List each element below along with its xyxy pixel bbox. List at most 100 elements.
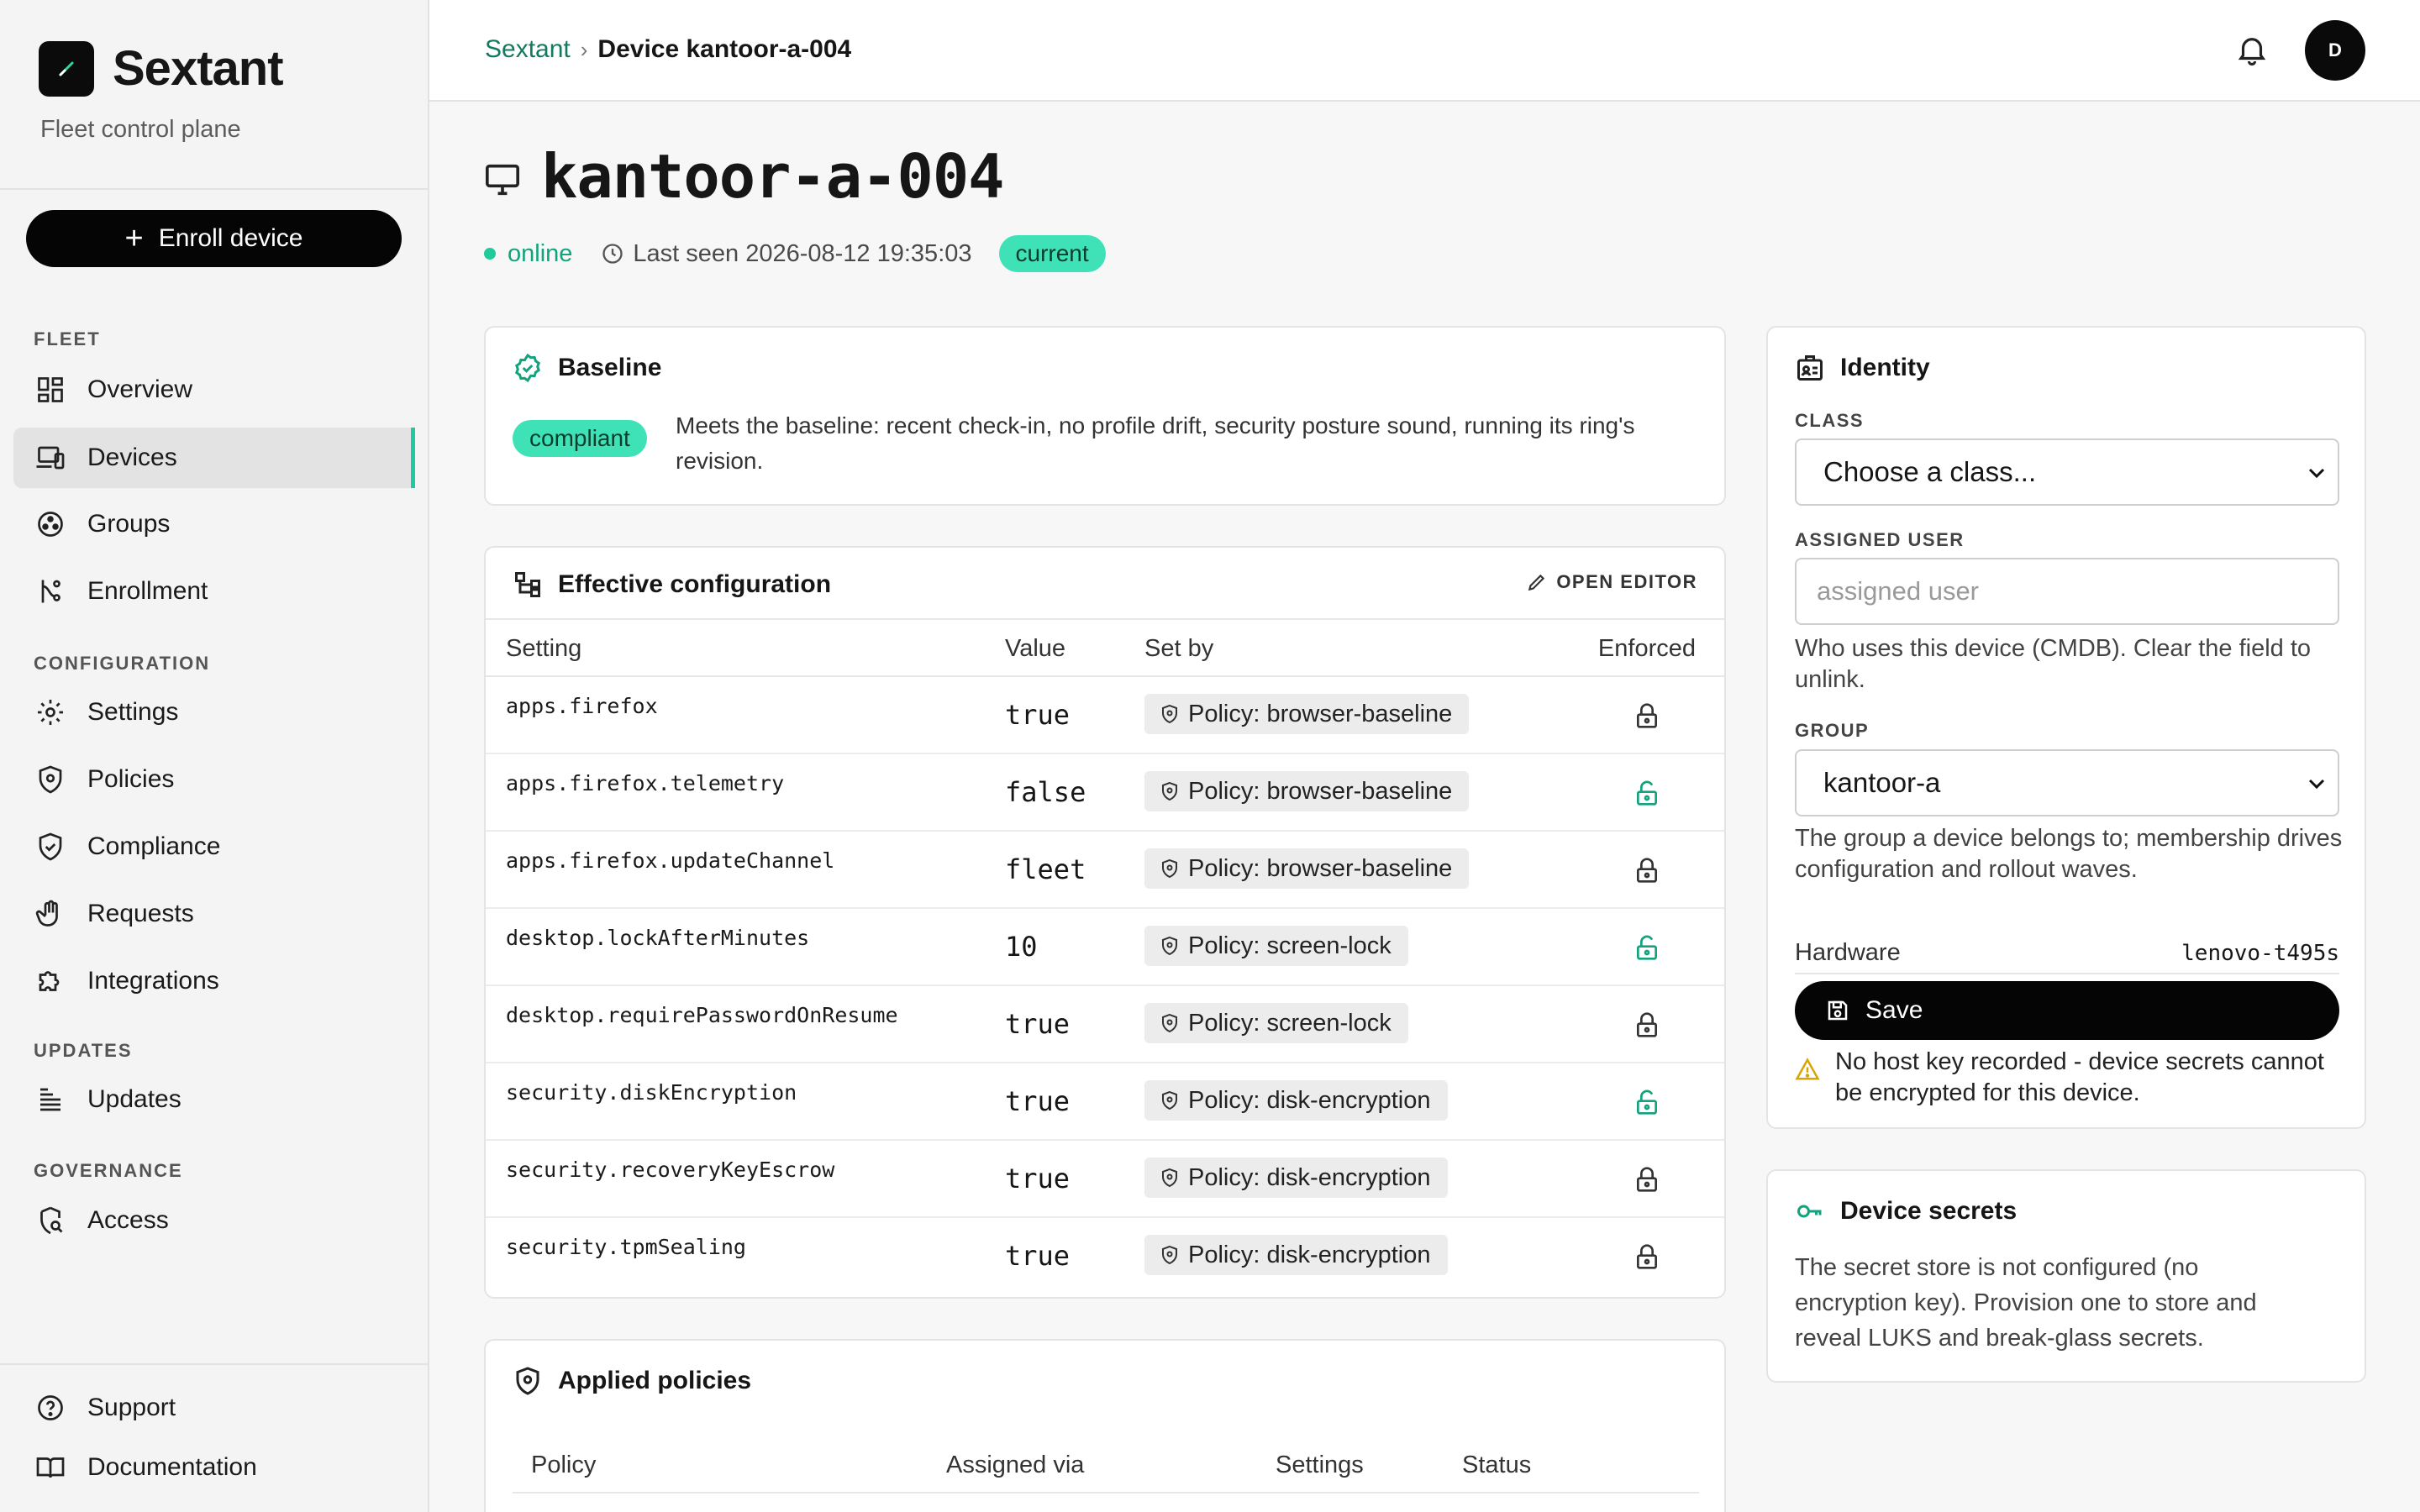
sidebar-item-label: Enrollment bbox=[87, 577, 208, 605]
group-label: GROUP bbox=[1795, 720, 1870, 741]
group-help: The group a device belongs to; membershi… bbox=[1795, 825, 2343, 883]
setting-key: security.tpmSealing bbox=[506, 1235, 746, 1259]
enroll-device-button[interactable]: + Enroll device bbox=[26, 210, 402, 267]
lock-icon bbox=[1637, 1244, 1657, 1269]
set-by-label: Policy: browser-baseline bbox=[1188, 700, 1453, 727]
shield-policy-icon bbox=[1162, 936, 1177, 956]
avatar[interactable]: D bbox=[2305, 20, 2365, 81]
assigned-user-input[interactable] bbox=[1795, 558, 2339, 625]
sidebar-item-requests[interactable]: Requests bbox=[13, 884, 415, 944]
set-by-label: Policy: screen-lock bbox=[1188, 1009, 1392, 1037]
sidebar-item-settings[interactable]: Settings bbox=[13, 682, 415, 743]
table-row: desktop.requirePasswordOnResume true Polic… bbox=[486, 986, 1724, 1063]
table-row: apps.firefox.updateChannel fleet Policy: b… bbox=[486, 832, 1724, 909]
shield-policy-icon bbox=[1162, 1168, 1177, 1188]
lock-enforced-icon bbox=[1637, 935, 1657, 960]
status-text: online bbox=[508, 239, 573, 267]
card-title: Device secrets bbox=[1795, 1196, 2017, 1226]
set-by-label: Policy: disk-encryption bbox=[1188, 1163, 1431, 1191]
save-button[interactable]: Save bbox=[1795, 981, 2339, 1040]
nav-section-fleet: FLEET bbox=[34, 328, 101, 349]
sidebar-item-support[interactable]: Support bbox=[13, 1378, 415, 1438]
sidebar-item-documentation[interactable]: Documentation bbox=[13, 1437, 415, 1498]
sidebar-item-policies[interactable]: Policies bbox=[13, 749, 415, 810]
breadcrumb-root-link[interactable]: Sextant bbox=[485, 35, 571, 64]
setting-key: apps.firefox.updateChannel bbox=[506, 848, 835, 873]
floppy-disk-icon bbox=[1828, 1000, 1848, 1021]
sidebar-item-groups[interactable]: Groups bbox=[13, 494, 415, 554]
card-title: Baseline bbox=[513, 353, 661, 383]
save-label: Save bbox=[1865, 996, 1923, 1024]
version-badge: current bbox=[998, 235, 1106, 272]
brand[interactable]: Sextant bbox=[39, 40, 284, 97]
column-header-assigned-via: Assigned via bbox=[946, 1452, 1085, 1478]
set-by-policy-chip[interactable]: Policy: browser-baseline bbox=[1144, 848, 1470, 889]
lock-enforced-icon bbox=[1637, 1089, 1657, 1115]
help-circle-icon bbox=[38, 1395, 63, 1420]
breadcrumb: Sextant › Device kantoor-a-004 bbox=[485, 35, 851, 64]
identity-title: Identity bbox=[1840, 354, 1930, 381]
sidebar-item-overview[interactable]: Overview bbox=[13, 360, 415, 420]
sidebar-item-updates[interactable]: Updates bbox=[13, 1069, 415, 1130]
table-row: desktop.lockAfterMinutes 10 Policy: screen… bbox=[486, 909, 1724, 986]
column-header-value: Value bbox=[1005, 635, 1066, 662]
devices-icon bbox=[36, 446, 65, 470]
sidebar-item-compliance[interactable]: Compliance bbox=[13, 816, 415, 877]
warning-triangle-icon bbox=[1795, 1058, 1820, 1080]
lock-icon bbox=[1637, 1012, 1657, 1037]
class-select-value: Choose a class... bbox=[1823, 456, 2037, 487]
set-by-policy-chip[interactable]: Policy: disk-encryption bbox=[1144, 1158, 1448, 1198]
device-secrets-card: Device secrets The secret store is not c… bbox=[1766, 1169, 2366, 1383]
sidebar-item-label: Integrations bbox=[87, 967, 219, 995]
sidebar-item-label: Access bbox=[87, 1206, 169, 1234]
open-editor-button[interactable]: OPEN EDITOR bbox=[1526, 571, 1697, 593]
sidebar-item-label: Compliance bbox=[87, 832, 221, 860]
set-by-policy-chip[interactable]: Policy: disk-encryption bbox=[1144, 1080, 1448, 1121]
warning-text: No host key recorded - device secrets ca… bbox=[1835, 1048, 2324, 1106]
sidebar-item-devices[interactable]: Devices bbox=[13, 428, 415, 488]
id-card-icon bbox=[1797, 355, 1823, 381]
assigned-user-label: ASSIGNED USER bbox=[1795, 529, 1965, 550]
shield-check-icon bbox=[39, 832, 62, 861]
device-meta: online Last seen 2026-08-12 19:35:03 cur… bbox=[484, 235, 1106, 272]
applied-policies-card: Applied policies Policy Assigned via Set… bbox=[484, 1339, 1726, 1512]
set-by-policy-chip[interactable]: Policy: browser-baseline bbox=[1144, 771, 1470, 811]
set-by-policy-chip[interactable]: Policy: screen-lock bbox=[1144, 926, 1408, 966]
sextant-logo-icon bbox=[39, 40, 94, 97]
set-by-policy-chip[interactable]: Policy: screen-lock bbox=[1144, 1003, 1408, 1043]
card-title: Applied policies bbox=[513, 1366, 751, 1396]
column-header-settings: Settings bbox=[1276, 1452, 1364, 1478]
sidebar-item-integrations[interactable]: Integrations bbox=[13, 951, 415, 1011]
groups-icon bbox=[38, 512, 63, 537]
class-label: CLASS bbox=[1795, 410, 1865, 431]
table-row: apps.firefox.telemetry false Policy: brows… bbox=[486, 754, 1724, 832]
shield-policy-icon bbox=[516, 1367, 539, 1395]
bell-icon[interactable] bbox=[2234, 32, 2270, 67]
assigned-user-help: Who uses this device (CMDB). Clear the f… bbox=[1795, 635, 2312, 693]
top-bar: Sextant › Device kantoor-a-004 D bbox=[429, 0, 2420, 102]
set-by-policy-chip[interactable]: Policy: browser-baseline bbox=[1144, 694, 1470, 734]
sidebar-item-label: Devices bbox=[87, 444, 177, 471]
lock-enforced-icon bbox=[1637, 780, 1657, 806]
card-title: Effective configuration bbox=[513, 570, 831, 600]
sidebar-item-access[interactable]: Access bbox=[13, 1190, 415, 1251]
set-by-policy-chip[interactable]: Policy: disk-encryption bbox=[1144, 1235, 1448, 1275]
sidebar-item-enrollment[interactable]: Enrollment bbox=[13, 561, 415, 622]
setting-value: true bbox=[1005, 1085, 1071, 1117]
hand-icon bbox=[35, 900, 58, 927]
access-key-icon bbox=[40, 1206, 63, 1235]
shield-policy-icon bbox=[1162, 1245, 1177, 1265]
last-seen: Last seen 2026-08-12 19:35:03 bbox=[633, 239, 972, 267]
setting-value: fleet bbox=[1005, 853, 1086, 885]
shield-policy-icon bbox=[1162, 858, 1177, 879]
setting-value: true bbox=[1005, 1163, 1071, 1194]
class-select[interactable]: Choose a class... bbox=[1795, 438, 2339, 506]
table-header: Policy Assigned via Settings Status bbox=[513, 1433, 1699, 1494]
badge-check-icon bbox=[514, 353, 541, 383]
group-select[interactable]: kantoor-a bbox=[1795, 749, 2339, 816]
sidebar-item-label: Updates bbox=[87, 1085, 182, 1113]
set-by-label: Policy: disk-encryption bbox=[1188, 1086, 1431, 1114]
card-title: Identity bbox=[1795, 353, 1930, 383]
setting-value: 10 bbox=[1005, 931, 1038, 963]
set-by-label: Policy: browser-baseline bbox=[1188, 854, 1453, 882]
